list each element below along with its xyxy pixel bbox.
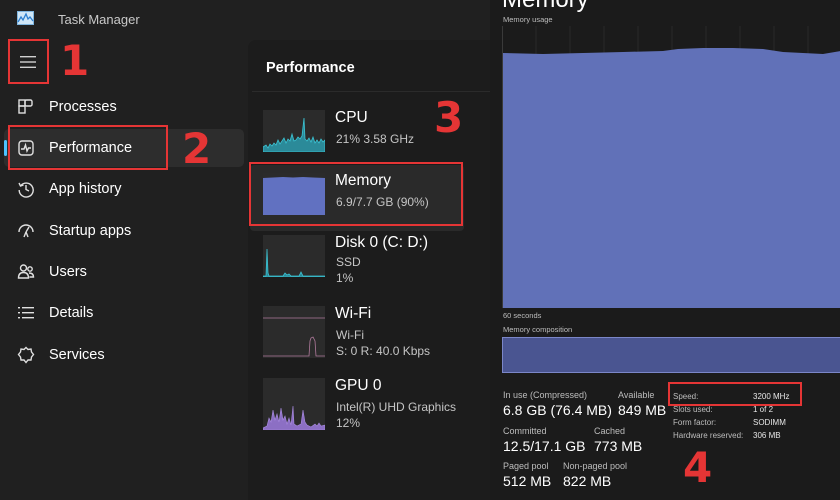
perf-item-detail: 21% 3.58 GHz bbox=[336, 132, 415, 146]
stat-label: In use (Compressed) bbox=[503, 390, 588, 400]
sidebar-item-startup-apps[interactable]: Startup apps bbox=[4, 212, 244, 250]
perf-item-wifi[interactable]: Wi-Fi Wi-Fi S: 0 R: 40.0 Kbps bbox=[250, 298, 464, 364]
perf-item-detail: Intel(R) UHD Graphics bbox=[336, 400, 457, 414]
divider bbox=[252, 91, 490, 92]
sidebar-item-app-history[interactable]: App history bbox=[4, 170, 244, 208]
sidebar-item-processes[interactable]: Processes bbox=[4, 88, 244, 126]
annotation-number-3: 3 bbox=[434, 93, 464, 142]
services-icon bbox=[16, 345, 36, 365]
wifi-thumbnail-graph bbox=[263, 306, 325, 358]
perf-item-name: Disk 0 (C: D:) bbox=[335, 234, 428, 251]
stat-value: 773 MB bbox=[594, 438, 643, 454]
sidebar-label: Startup apps bbox=[49, 223, 132, 239]
active-indicator bbox=[4, 140, 7, 156]
processes-icon bbox=[16, 97, 36, 117]
startup-icon bbox=[16, 221, 36, 241]
perf-item-detail: 1% bbox=[336, 271, 354, 285]
property-key: Speed: bbox=[673, 392, 699, 401]
property-value: 1 of 2 bbox=[753, 405, 774, 414]
time-range-label: 60 seconds bbox=[503, 311, 542, 320]
stat-value: 849 MB bbox=[618, 402, 667, 418]
memory-thumbnail-graph bbox=[263, 173, 325, 215]
cpu-graph-area bbox=[263, 117, 325, 152]
composition-label: Memory composition bbox=[503, 325, 573, 334]
title-bar: Task Manager bbox=[0, 0, 248, 38]
app-title: Task Manager bbox=[58, 12, 140, 27]
performance-title: Performance bbox=[266, 60, 355, 76]
gpu-graph-area bbox=[263, 405, 325, 430]
stat-label: Available bbox=[618, 390, 655, 400]
performance-icon bbox=[16, 138, 36, 158]
property-key: Form factor: bbox=[673, 418, 717, 427]
stat-value: 6.8 GB (76.4 MB) bbox=[503, 402, 612, 418]
sidebar-item-services[interactable]: Services bbox=[4, 336, 244, 374]
property-value: SODIMM bbox=[753, 418, 786, 427]
task-manager-icon bbox=[17, 11, 34, 25]
stat-value: 822 MB bbox=[563, 473, 612, 489]
wifi-graph-line bbox=[263, 336, 325, 357]
sidebar-item-details[interactable]: Details bbox=[4, 294, 244, 332]
sidebar-label: Users bbox=[49, 264, 87, 280]
stat-paged-pool: Paged pool 512 MB bbox=[503, 461, 551, 489]
sidebar-label: App history bbox=[49, 181, 122, 197]
perf-item-detail: Wi-Fi bbox=[336, 328, 364, 342]
property-value: 3200 MHz bbox=[753, 392, 790, 401]
sidebar-label: Performance bbox=[49, 140, 133, 156]
annotation-number-4: 4 bbox=[683, 443, 713, 492]
sidebar-label: Processes bbox=[49, 99, 117, 115]
perf-item-name: Wi-Fi bbox=[335, 305, 372, 322]
stat-non-paged-pool: Non-paged pool 822 MB bbox=[563, 461, 627, 489]
gpu-thumbnail-graph bbox=[263, 378, 325, 430]
perf-item-detail: SSD bbox=[336, 255, 361, 269]
stat-cached: Cached 773 MB bbox=[594, 426, 642, 454]
disk-thumbnail-graph bbox=[263, 235, 325, 277]
memory-usage-graph bbox=[502, 26, 840, 308]
stat-label: Cached bbox=[594, 426, 626, 436]
stat-in-use: In use (Compressed) 6.8 GB (76.4 MB) bbox=[503, 390, 612, 418]
property-key: Slots used: bbox=[673, 405, 713, 414]
memory-detail-panel: Memory Memory usage 60 seconds Memory co… bbox=[490, 0, 840, 500]
perf-item-disk[interactable]: Disk 0 (C: D:) SSD 1% bbox=[250, 227, 464, 293]
perf-item-cpu[interactable]: CPU 21% 3.58 GHz bbox=[250, 102, 464, 168]
annotation-number-1: 1 bbox=[60, 36, 90, 85]
sidebar-item-users[interactable]: Users bbox=[4, 253, 244, 291]
sidebar-label: Details bbox=[49, 305, 94, 321]
perf-item-name: GPU 0 bbox=[335, 377, 382, 394]
sidebar: Task Manager Processes Performance App h… bbox=[0, 0, 248, 500]
memory-graph-area bbox=[263, 177, 325, 215]
history-icon bbox=[16, 179, 36, 199]
detail-heading: Memory bbox=[502, 0, 589, 14]
perf-item-detail: 12% bbox=[336, 416, 361, 430]
memory-composition-bar bbox=[502, 337, 840, 373]
annotation-number-2: 2 bbox=[182, 124, 212, 173]
stat-label: Committed bbox=[503, 426, 547, 436]
hamburger-icon bbox=[20, 56, 36, 68]
perf-item-gpu[interactable]: GPU 0 Intel(R) UHD Graphics 12% bbox=[250, 370, 464, 436]
sidebar-label: Services bbox=[49, 347, 105, 363]
perf-item-name: Memory bbox=[335, 172, 391, 189]
property-value: 306 MB bbox=[753, 431, 781, 440]
memory-usage-label: Memory usage bbox=[503, 15, 553, 24]
users-icon bbox=[16, 262, 36, 282]
perf-item-detail: S: 0 R: 40.0 Kbps bbox=[336, 344, 431, 358]
stat-value: 12.5/17.1 GB bbox=[503, 438, 586, 454]
stat-label: Non-paged pool bbox=[563, 461, 628, 471]
stat-available: Available 849 MB bbox=[618, 390, 666, 418]
perf-item-detail: 6.9/7.7 GB (90%) bbox=[336, 195, 429, 209]
memory-usage-area bbox=[503, 48, 840, 308]
details-icon bbox=[16, 303, 36, 323]
hamburger-menu-button[interactable] bbox=[8, 40, 48, 84]
perf-item-name: CPU bbox=[335, 109, 368, 126]
property-key: Hardware reserved: bbox=[673, 431, 744, 440]
perf-item-memory[interactable]: Memory 6.9/7.7 GB (90%) bbox=[250, 165, 464, 231]
stat-committed: Committed 12.5/17.1 GB bbox=[503, 426, 586, 454]
disk-graph-area bbox=[263, 248, 325, 277]
stat-value: 512 MB bbox=[503, 473, 552, 489]
cpu-thumbnail-graph bbox=[263, 110, 325, 152]
stat-label: Paged pool bbox=[503, 461, 549, 471]
